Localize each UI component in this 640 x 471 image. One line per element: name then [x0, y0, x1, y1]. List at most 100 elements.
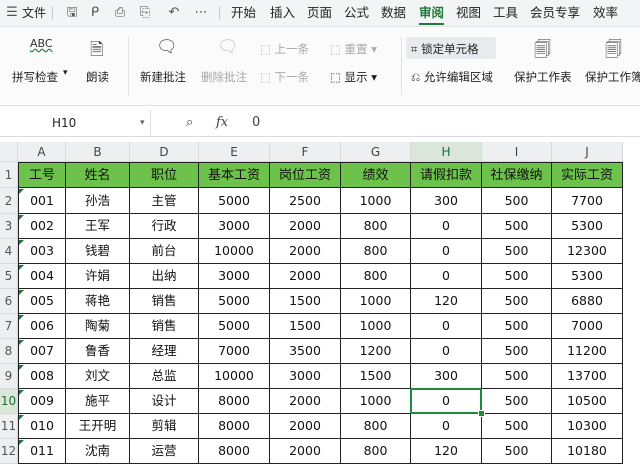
table-cell[interactable]: 500 — [482, 264, 552, 289]
table-cell[interactable]: 刘文 — [66, 364, 130, 389]
table-cell[interactable]: 1500 — [270, 289, 341, 314]
table-cell[interactable]: 0 — [411, 264, 482, 289]
table-cell[interactable]: 003 — [18, 239, 66, 264]
read-aloud-button[interactable]: 🗎 朗读 — [86, 37, 109, 84]
table-cell[interactable]: 7000 — [552, 314, 623, 339]
table-cell[interactable]: 10000 — [199, 239, 270, 264]
column-header-i[interactable]: I — [482, 142, 552, 162]
lock-cells-button[interactable]: ⌗ 锁定单元格 — [411, 41, 479, 57]
tab-view[interactable]: 视图 — [456, 0, 481, 26]
table-cell[interactable]: 12300 — [552, 239, 623, 264]
show-button[interactable]: ⬚ 显示 ▾ — [330, 69, 377, 85]
table-cell[interactable]: 2000 — [270, 214, 341, 239]
table-cell[interactable]: 800 — [341, 239, 411, 264]
table-cell[interactable]: 设计 — [130, 389, 199, 414]
table-cell[interactable]: 500 — [482, 364, 552, 389]
table-cell[interactable]: 0 — [411, 314, 482, 339]
row-header-1[interactable]: 1 — [0, 162, 18, 188]
table-cell[interactable]: 010 — [18, 414, 66, 439]
spellcheck-button[interactable]: ABC 拼写检查 ▾ — [12, 37, 68, 84]
table-cell[interactable]: 1200 — [341, 339, 411, 364]
table-cell[interactable]: 1000 — [341, 314, 411, 339]
fx-icon[interactable]: fx — [216, 110, 228, 136]
table-cell[interactable]: 3000 — [199, 264, 270, 289]
table-cell[interactable]: 004 — [18, 264, 66, 289]
print-icon[interactable]: ⎙ — [112, 5, 128, 21]
table-header-cell[interactable]: 姓名 — [66, 162, 130, 188]
table-cell[interactable]: 8000 — [199, 439, 270, 464]
select-all-corner[interactable] — [0, 142, 18, 162]
table-cell[interactable]: 陶菊 — [66, 314, 130, 339]
table-cell[interactable]: 7700 — [552, 188, 623, 214]
table-cell[interactable]: 8000 — [199, 414, 270, 439]
tab-review[interactable]: 审阅 — [419, 0, 445, 26]
table-cell[interactable]: 孙浩 — [66, 188, 130, 214]
table-header-cell[interactable]: 职位 — [130, 162, 199, 188]
allow-edit-range-button[interactable]: ⎌ 允许编辑区域 — [411, 69, 493, 85]
table-cell[interactable]: 300 — [411, 188, 482, 214]
name-box[interactable]: H10 ▾ — [0, 110, 151, 136]
table-cell[interactable]: 500 — [482, 289, 552, 314]
table-cell[interactable]: 500 — [482, 214, 552, 239]
tab-formula[interactable]: 公式 — [344, 0, 369, 26]
table-cell[interactable]: 前台 — [130, 239, 199, 264]
table-cell[interactable]: 0 — [411, 414, 482, 439]
table-cell[interactable]: 800 — [341, 414, 411, 439]
table-cell[interactable]: 施平 — [66, 389, 130, 414]
table-header-cell[interactable]: 绩效 — [341, 162, 411, 188]
table-cell[interactable]: 007 — [18, 339, 66, 364]
print-preview-icon[interactable]: ⎘ — [137, 5, 153, 21]
table-cell[interactable]: 500 — [482, 389, 552, 414]
table-cell[interactable]: 800 — [341, 214, 411, 239]
column-header-h[interactable]: H — [411, 142, 482, 162]
column-header-f[interactable]: F — [270, 142, 341, 162]
column-header-g[interactable]: G — [341, 142, 411, 162]
table-cell[interactable]: 500 — [482, 314, 552, 339]
table-cell[interactable]: 销售 — [130, 314, 199, 339]
table-cell[interactable]: 0 — [411, 389, 482, 414]
next-comment-button[interactable]: ⬚ 下一条 — [260, 69, 309, 85]
table-cell[interactable]: 009 — [18, 389, 66, 414]
protect-workbook-button[interactable]: 🗐 保护工作簿 — [585, 37, 640, 84]
table-header-cell[interactable]: 基本工资 — [199, 162, 270, 188]
table-cell[interactable]: 500 — [482, 439, 552, 464]
row-header-6[interactable]: 6 — [0, 289, 18, 314]
table-cell[interactable]: 2500 — [270, 188, 341, 214]
table-cell[interactable]: 2000 — [270, 414, 341, 439]
table-cell[interactable]: 500 — [482, 188, 552, 214]
table-cell[interactable]: 出纳 — [130, 264, 199, 289]
table-cell[interactable]: 001 — [18, 188, 66, 214]
table-cell[interactable]: 2000 — [270, 264, 341, 289]
row-header-12[interactable]: 12 — [0, 439, 18, 464]
table-cell[interactable]: 0 — [411, 339, 482, 364]
table-cell[interactable]: 经理 — [130, 339, 199, 364]
spreadsheet-grid[interactable]: A B D E F G H I J 1 2 3 4 5 6 7 8 9 10 11 12 工号 姓名 职位 基本工资 岗位工资 绩效… — [0, 142, 640, 471]
table-header-cell[interactable]: 工号 — [18, 162, 66, 188]
table-cell[interactable]: 500 — [482, 239, 552, 264]
table-cell[interactable]: 3000 — [199, 214, 270, 239]
row-header-5[interactable]: 5 — [0, 264, 18, 289]
row-header-11[interactable]: 11 — [0, 414, 18, 439]
table-cell[interactable]: 005 — [18, 289, 66, 314]
file-menu[interactable]: 文件 — [22, 0, 46, 26]
table-cell[interactable]: 5000 — [199, 289, 270, 314]
table-cell[interactable]: 2000 — [270, 389, 341, 414]
table-cell[interactable]: 主管 — [130, 188, 199, 214]
column-header-b[interactable]: B — [66, 142, 130, 162]
table-cell[interactable]: 0 — [411, 214, 482, 239]
brush-icon[interactable]: ᑭ — [87, 5, 103, 21]
table-header-cell[interactable]: 请假扣款 — [411, 162, 482, 188]
table-cell[interactable]: 10300 — [552, 414, 623, 439]
table-cell[interactable]: 5000 — [199, 314, 270, 339]
table-cell[interactable]: 10180 — [552, 439, 623, 464]
table-cell[interactable]: 7000 — [199, 339, 270, 364]
table-header-cell[interactable]: 岗位工资 — [270, 162, 341, 188]
table-cell[interactable]: 5300 — [552, 214, 623, 239]
table-cell[interactable]: 1000 — [341, 289, 411, 314]
zoom-icon[interactable]: ⌕ — [186, 110, 193, 136]
table-cell[interactable]: 1000 — [341, 188, 411, 214]
table-cell[interactable]: 许娟 — [66, 264, 130, 289]
table-cell[interactable]: 300 — [411, 364, 482, 389]
table-cell[interactable]: 钱碧 — [66, 239, 130, 264]
table-cell[interactable]: 行政 — [130, 214, 199, 239]
